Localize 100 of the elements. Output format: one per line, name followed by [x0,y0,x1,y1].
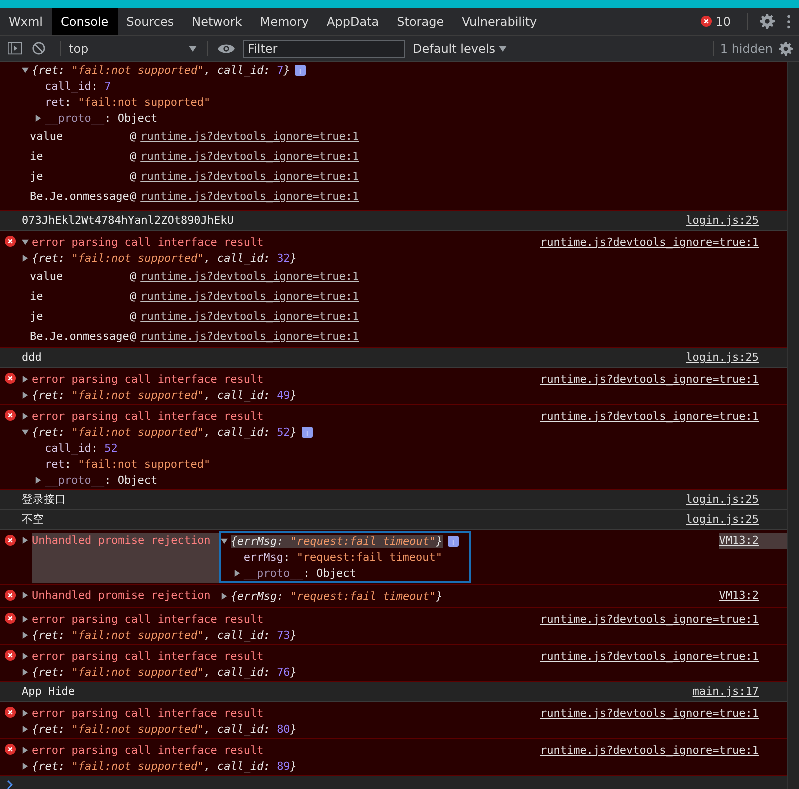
disclosure-triangle-icon[interactable] [22,726,29,732]
disclosure-triangle-icon[interactable] [220,592,228,600]
disclosure-triangle-icon[interactable] [22,238,29,246]
context-select[interactable]: top [67,42,201,56]
source-link[interactable]: runtime.js?devtools_ignore=true:1 [540,236,759,248]
stack-function: value [30,270,64,282]
at-sign: @ [130,190,137,202]
levels-dropdown[interactable]: Default levels [413,42,508,56]
object-preview[interactable]: {ret: "fail:not supported", call_id: 80} [32,722,297,736]
object-preview[interactable]: {ret: "fail:not supported", call_id: 7} [32,64,290,76]
disclosure-triangle-icon[interactable] [22,428,29,436]
disclosure-triangle-icon[interactable] [22,632,29,638]
source-link[interactable]: runtime.js?devtools_ignore=true:1 [540,372,759,386]
log-message: ddd [22,351,42,364]
disclosure-triangle-icon[interactable] [22,652,29,660]
disclosure-triangle-icon[interactable] [234,570,241,576]
at-sign: @ [130,310,137,322]
disclosure-triangle-icon[interactable] [22,392,29,398]
disclosure-triangle-icon[interactable] [22,376,29,382]
disclosure-triangle-icon[interactable] [22,537,29,544]
caret-icon [189,46,197,52]
object-property: __proto__: Object [45,112,158,124]
source-link[interactable]: runtime.js?devtools_ignore=true:1 [540,744,759,756]
stack-source-link[interactable]: runtime.js?devtools_ignore=true:1 [140,150,360,162]
stack-function: ie [30,150,44,162]
error-message: error parsing call interface result [32,706,264,720]
object-preview[interactable]: {ret: "fail:not supported", call_id: 32} [32,252,297,264]
disclosure-triangle-icon[interactable] [22,254,29,262]
object-preview[interactable]: {ret: "fail:not supported", call_id: 52} [32,426,297,438]
sidebar-toggle-icon[interactable] [8,42,22,55]
disclosure-triangle-icon[interactable] [22,592,29,599]
panel-tab[interactable]: AppData [318,8,388,35]
source-link[interactable]: main.js:17 [692,685,759,698]
settings-icon[interactable] [760,14,775,29]
panel-tab[interactable]: Storage [388,8,454,35]
settings-icon[interactable] [779,42,793,56]
source-link[interactable]: runtime.js?devtools_ignore=true:1 [540,650,759,662]
source-link[interactable]: runtime.js?devtools_ignore=true:1 [540,410,759,422]
eye-icon[interactable] [218,42,235,54]
stack-function: je [30,310,44,322]
source-link[interactable]: login.js:25 [686,513,759,526]
at-sign: @ [130,270,137,282]
stack-source-link[interactable]: runtime.js?devtools_ignore=true:1 [140,130,360,142]
log-message: 不空 [22,512,44,527]
object-preview[interactable]: {errMsg: "request:fail timeout"} [230,534,443,548]
error-icon [5,744,16,755]
at-sign: @ [130,290,137,302]
disclosure-triangle-icon[interactable] [22,746,29,754]
source-link[interactable]: VM13:2 [719,533,787,549]
error-icon [700,16,712,27]
error-message: error parsing call interface result [32,650,264,662]
panel-tab[interactable]: Vulnerability [453,8,546,35]
stack-source-link[interactable]: runtime.js?devtools_ignore=true:1 [140,310,360,322]
filter-field[interactable]: Filter [243,40,405,58]
more-menu-icon[interactable] [787,14,791,28]
object-preview[interactable]: {ret: "fail:not supported", call_id: 49} [32,388,297,402]
disclosure-triangle-icon[interactable] [35,476,42,484]
object-property: ret: "fail:not supported" [45,458,211,470]
disclosure-triangle-icon[interactable] [22,66,29,74]
panel-tab[interactable]: Console [52,8,118,35]
disclosure-triangle-icon[interactable] [22,412,29,420]
disclosure-triangle-icon[interactable] [22,762,29,770]
panel-tab[interactable]: Network [183,8,252,35]
object-property: __proto__: Object [45,474,158,486]
source-link[interactable]: VM13:2 [719,588,759,604]
object-preview[interactable]: {ret: "fail:not supported", call_id: 76} [32,666,297,678]
source-link[interactable]: login.js:25 [686,351,759,364]
at-sign: @ [130,170,137,182]
disclosure-triangle-icon[interactable] [22,668,29,676]
object-preview[interactable]: {errMsg: "request:fail timeout"} [230,590,443,602]
error-icon [5,613,16,624]
at-sign: @ [130,150,137,162]
disclosure-triangle-icon[interactable] [35,114,42,122]
panel-tab[interactable]: Sources [118,8,184,35]
disclosure-triangle-icon[interactable] [22,616,29,622]
source-link[interactable]: runtime.js?devtools_ignore=true:1 [540,706,759,720]
panel-tab[interactable]: Memory [251,8,318,35]
panel-tab[interactable]: Wxml [0,8,52,35]
stack-source-link[interactable]: runtime.js?devtools_ignore=true:1 [140,270,360,282]
object-preview[interactable]: {ret: "fail:not supported", call_id: 73} [32,628,297,642]
stack-function: Be.Je.onmessage [30,190,130,202]
stack-source-link[interactable]: runtime.js?devtools_ignore=true:1 [140,170,360,182]
at-sign: @ [130,130,137,142]
stack-source-link[interactable]: runtime.js?devtools_ignore=true:1 [140,330,360,342]
source-link[interactable]: runtime.js?devtools_ignore=true:1 [540,612,759,626]
stack-function: je [30,170,44,182]
stack-source-link[interactable]: runtime.js?devtools_ignore=true:1 [140,190,360,202]
source-link[interactable]: login.js:25 [686,214,759,227]
error-icon [5,707,16,718]
disclosure-triangle-icon[interactable] [220,538,228,544]
source-link[interactable]: login.js:25 [686,493,759,506]
stack-function: ie [30,290,44,302]
stack-source-link[interactable]: runtime.js?devtools_ignore=true:1 [140,290,360,302]
error-count[interactable]: 10 [716,14,731,28]
clear-icon[interactable] [32,42,46,55]
disclosure-triangle-icon[interactable] [22,710,29,716]
object-preview[interactable]: {ret: "fail:not supported", call_id: 89} [32,760,297,772]
error-message: error parsing call interface result [32,236,264,248]
error-icon [5,410,16,421]
error-icon [5,373,16,384]
